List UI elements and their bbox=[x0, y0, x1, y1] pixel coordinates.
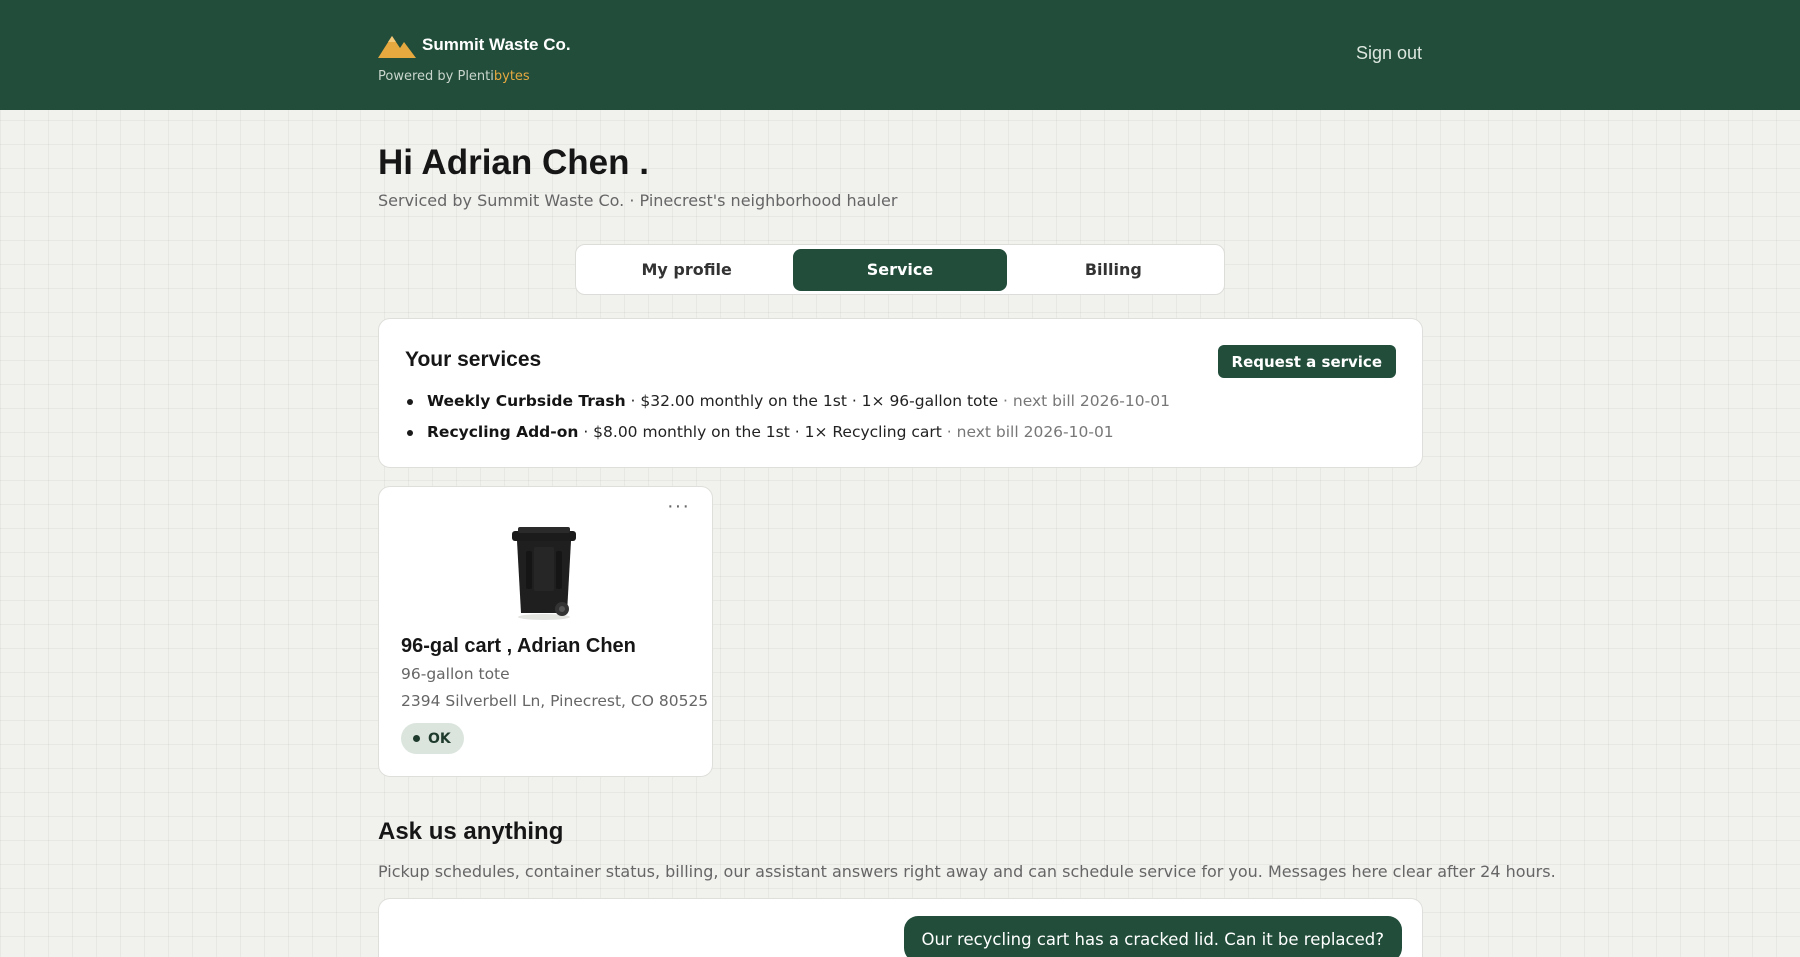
services-card: Your services Request a service Weekly C… bbox=[378, 318, 1423, 468]
request-service-button[interactable]: Request a service bbox=[1217, 345, 1396, 378]
service-name: Recycling Add-on bbox=[427, 423, 579, 441]
page-subtitle: Serviced by Summit Waste Co. · Pinecrest… bbox=[378, 191, 898, 210]
tab-billing[interactable]: Billing bbox=[1007, 249, 1220, 291]
status-label: OK bbox=[428, 730, 451, 747]
container-type: 96-gallon tote bbox=[401, 665, 510, 683]
tab-service[interactable]: Service bbox=[793, 248, 1007, 291]
tab-bar: My profile Service Billing bbox=[575, 244, 1225, 295]
status-badge: OK bbox=[401, 723, 464, 754]
service-next-bill: · next bill 2026-10-01 bbox=[998, 392, 1170, 410]
status-dot-icon bbox=[413, 735, 420, 742]
service-detail: · $8.00 monthly on the 1st · 1× Recyclin… bbox=[578, 423, 942, 441]
tab-my-profile[interactable]: My profile bbox=[580, 249, 793, 291]
brand-name: Summit Waste Co. bbox=[422, 35, 571, 54]
service-name: Weekly Curbside Trash bbox=[427, 392, 626, 410]
service-next-bill: · next bill 2026-10-01 bbox=[941, 423, 1114, 441]
page-title: Hi Adrian Chen . bbox=[378, 143, 649, 182]
sign-out-link[interactable]: Sign out bbox=[1356, 43, 1422, 64]
container-address: 2394 Silverbell Ln, Pinecrest, CO 80525 bbox=[401, 692, 709, 710]
services-title: Your services bbox=[405, 348, 542, 371]
powered-by-highlight: bytes bbox=[493, 69, 530, 84]
ask-section-description: Pickup schedules, container status, bill… bbox=[378, 862, 1556, 881]
chat-panel: Our recycling cart has a cracked lid. Ca… bbox=[378, 898, 1423, 957]
services-list: Weekly Curbside Trash · $32.00 monthly o… bbox=[407, 386, 1170, 448]
brand[interactable]: Summit Waste Co. Powered by Plentibytes bbox=[378, 32, 571, 84]
brand-row: Summit Waste Co. bbox=[378, 32, 571, 58]
top-bar: Summit Waste Co. Powered by Plentibytes … bbox=[0, 0, 1800, 110]
more-options-icon[interactable]: ··· bbox=[667, 495, 690, 518]
powered-by: Powered by Plentibytes bbox=[378, 69, 571, 84]
service-detail: · $32.00 monthly on the 1st · 1× 96-gall… bbox=[625, 392, 999, 410]
powered-by-prefix: Powered by Plenti bbox=[378, 69, 494, 84]
service-item: Recycling Add-on · $8.00 monthly on the … bbox=[407, 417, 1170, 448]
trash-cart-icon bbox=[512, 527, 576, 620]
user-message-bubble: Our recycling cart has a cracked lid. Ca… bbox=[903, 916, 1402, 957]
container-card[interactable]: ··· 96-gal cart , Adrian Chen 96-gallon … bbox=[378, 486, 713, 777]
service-item: Weekly Curbside Trash · $32.00 monthly o… bbox=[407, 386, 1170, 417]
ask-section-title: Ask us anything bbox=[378, 818, 564, 845]
mountain-logo-icon bbox=[378, 36, 416, 58]
container-title: 96-gal cart , Adrian Chen bbox=[401, 635, 636, 657]
